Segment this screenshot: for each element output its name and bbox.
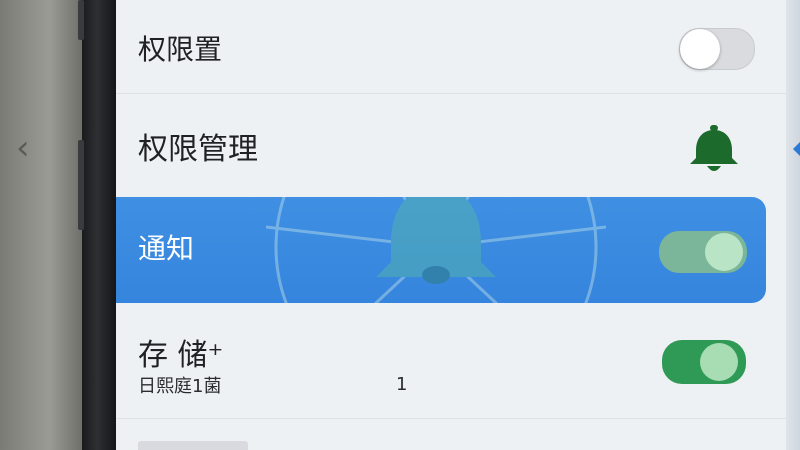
toggle-knob	[705, 233, 743, 271]
screen-edge	[786, 0, 800, 450]
setting-row-storage[interactable]: 存 储⁺ 日熙庭1菌 1	[116, 318, 786, 418]
device-bezel	[82, 0, 116, 450]
device-button	[78, 0, 84, 40]
permission-set-toggle[interactable]	[679, 28, 755, 70]
edge-tab-indicator[interactable]	[793, 142, 800, 156]
setting-row-permission-set[interactable]: 权限置	[116, 0, 786, 93]
settings-screen: 权限置 权限管理 通知 存 储⁺ 日熙庭1菌 1	[116, 0, 800, 450]
setting-row-permission-manage[interactable]: 权限管理	[116, 94, 786, 194]
notification-toggle[interactable]	[659, 231, 747, 273]
bell-watermark-icon	[266, 197, 606, 303]
setting-label: 权限管理	[138, 132, 258, 167]
setting-row-notification[interactable]: 通知	[116, 197, 766, 303]
storage-toggle[interactable]	[662, 340, 746, 384]
setting-label: 存 储⁺	[138, 338, 224, 373]
device-button	[78, 140, 84, 230]
setting-label: 通知	[138, 232, 195, 265]
setting-label: 权限置	[138, 33, 223, 66]
setting-label-cropped	[138, 441, 248, 450]
background-surface: ‹	[0, 0, 82, 450]
chevron-left-icon: ‹	[16, 128, 30, 168]
setting-sublabel: 日熙庭1菌	[138, 376, 222, 397]
setting-row-partial[interactable]	[116, 419, 786, 450]
toggle-knob	[680, 29, 720, 69]
storage-count: 1	[396, 374, 408, 395]
bell-icon	[690, 125, 738, 171]
toggle-knob	[700, 343, 738, 381]
